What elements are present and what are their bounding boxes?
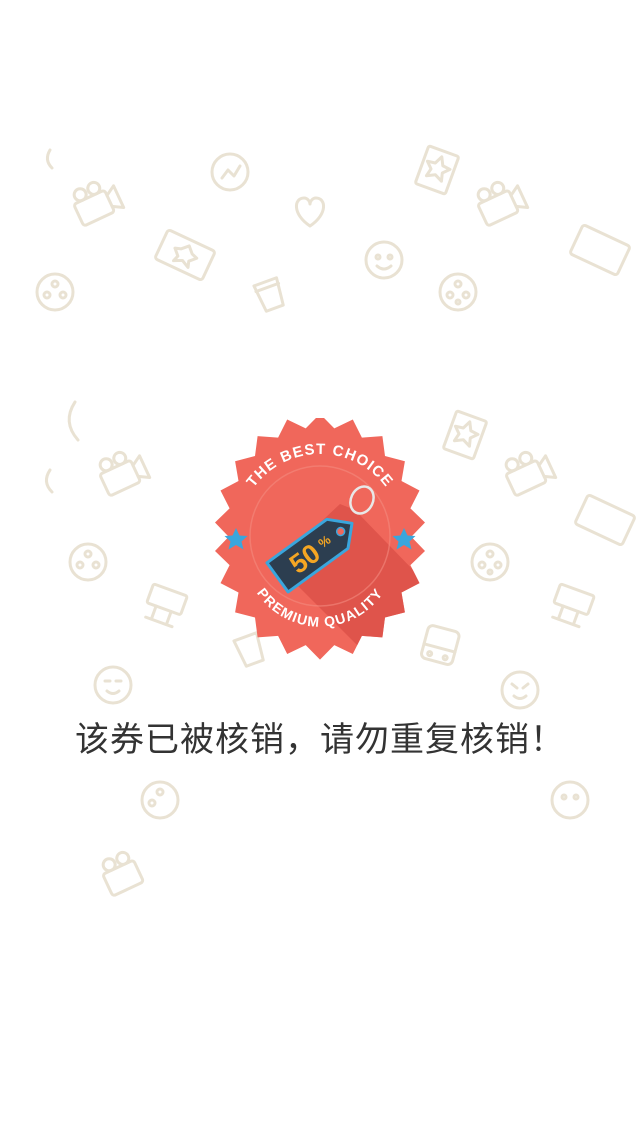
discount-badge: THE BEST CHOICE PREMIUM QUALITY 50 % (215, 418, 425, 660)
ticket-icon (414, 144, 460, 196)
film-reel-icon (470, 542, 510, 582)
redeemed-message: 该券已被核销，请勿重复核销！ (75, 720, 565, 760)
billboard-icon (551, 582, 596, 629)
camera-icon (72, 180, 126, 227)
billboard-icon (144, 582, 189, 629)
ticket-icon (154, 228, 216, 282)
arc-decoration (45, 148, 54, 170)
coupon-redeemed-page: THE BEST CHOICE PREMIUM QUALITY 50 % 该券已… (0, 0, 640, 1138)
face-icon (500, 670, 540, 710)
arc-decoration (45, 468, 54, 494)
ticket-icon (569, 223, 631, 277)
arc-decoration (67, 400, 80, 442)
camera-icon (504, 450, 558, 497)
face-icon (364, 240, 404, 280)
camera-icon (98, 450, 152, 497)
face-icon (550, 780, 590, 820)
camera-icon (101, 850, 145, 897)
ticket-icon (574, 493, 636, 547)
chart-icon (210, 152, 250, 192)
heart-icon (295, 196, 325, 228)
film-reel-icon (35, 272, 75, 312)
face-icon (93, 665, 133, 705)
film-reel-icon (68, 542, 108, 582)
film-reel-icon (438, 272, 478, 312)
cup-icon (252, 276, 285, 313)
camera-icon (476, 180, 530, 227)
film-reel-icon (140, 780, 180, 820)
